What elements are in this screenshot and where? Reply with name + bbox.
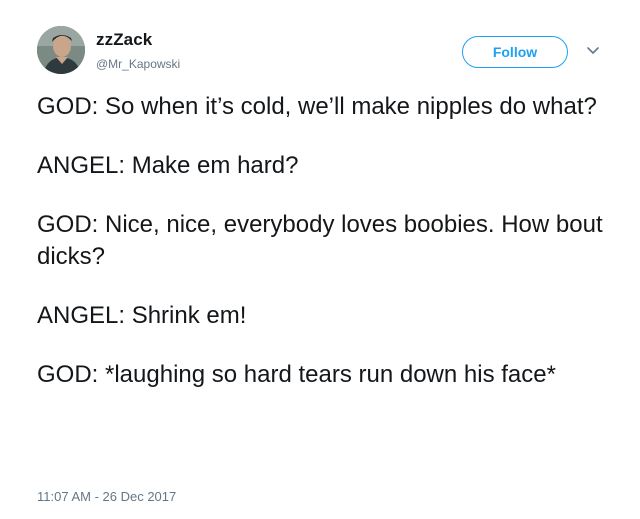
tweet-paragraph: GOD: So when it’s cold, we’ll make nippl… (37, 93, 597, 120)
display-name[interactable]: zzZack (96, 30, 152, 50)
chevron-down-icon[interactable] (585, 42, 601, 58)
avatar-photo-icon (37, 26, 85, 74)
tweet-paragraph: GOD: Nice, nice, everybody loves boobies… (37, 211, 603, 270)
tweet-paragraph: GOD: *laughing so hard tears run down hi… (37, 361, 556, 388)
tweet-paragraph: ANGEL: Shrink em! (37, 302, 247, 329)
tweet-card: zzZack @Mr_Kapowski Follow GOD: So when … (0, 0, 640, 519)
avatar[interactable] (37, 26, 85, 74)
tweet-text: GOD: So when it’s cold, we’ll make nippl… (37, 91, 607, 418)
follow-button[interactable]: Follow (462, 36, 568, 68)
tweet-paragraph: ANGEL: Make em hard? (37, 152, 299, 179)
tweet-timestamp[interactable]: 11:07 AM - 26 Dec 2017 (37, 489, 176, 504)
user-handle[interactable]: @Mr_Kapowski (96, 57, 180, 71)
